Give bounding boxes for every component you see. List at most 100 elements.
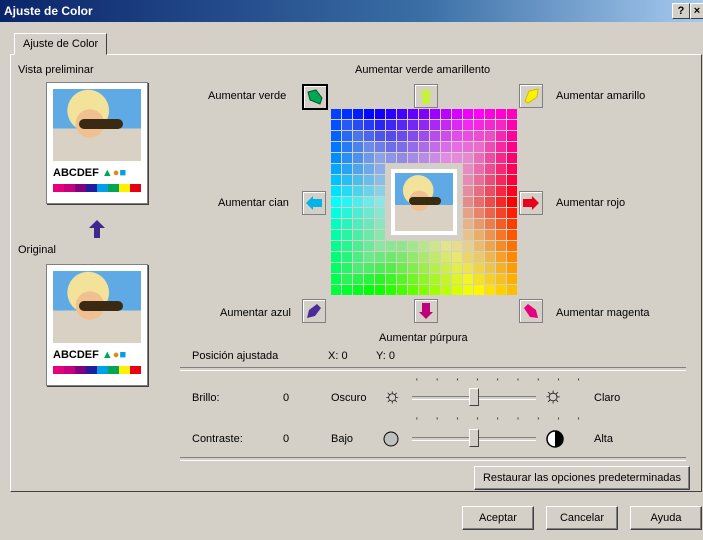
- ok-button[interactable]: Aceptar: [462, 506, 534, 530]
- color-grid-cell[interactable]: [496, 109, 506, 119]
- increase-green-button[interactable]: [302, 84, 328, 110]
- color-grid-cell[interactable]: [485, 230, 495, 240]
- color-grid-cell[interactable]: [331, 252, 341, 262]
- color-grid-cell[interactable]: [463, 153, 473, 163]
- color-grid-cell[interactable]: [474, 219, 484, 229]
- color-grid-cell[interactable]: [331, 131, 341, 141]
- color-grid-cell[interactable]: [353, 274, 363, 284]
- color-grid-cell[interactable]: [331, 230, 341, 240]
- color-grid-cell[interactable]: [485, 109, 495, 119]
- color-grid-cell[interactable]: [430, 274, 440, 284]
- color-grid-cell[interactable]: [375, 263, 385, 273]
- color-grid-cell[interactable]: [353, 142, 363, 152]
- color-grid-cell[interactable]: [496, 197, 506, 207]
- color-grid-cell[interactable]: [342, 241, 352, 251]
- color-grid-cell[interactable]: [496, 120, 506, 130]
- color-grid-cell[interactable]: [452, 109, 462, 119]
- color-grid-cell[interactable]: [408, 120, 418, 130]
- color-grid-cell[interactable]: [375, 186, 385, 196]
- color-grid-cell[interactable]: [342, 285, 352, 295]
- color-grid-cell[interactable]: [507, 241, 517, 251]
- color-grid-cell[interactable]: [397, 241, 407, 251]
- color-grid-cell[interactable]: [419, 153, 429, 163]
- color-grid-cell[interactable]: [375, 142, 385, 152]
- color-grid-cell[interactable]: [463, 197, 473, 207]
- color-grid-cell[interactable]: [353, 131, 363, 141]
- color-grid-cell[interactable]: [353, 109, 363, 119]
- color-grid-cell[interactable]: [463, 175, 473, 185]
- color-grid-cell[interactable]: [408, 241, 418, 251]
- color-grid-cell[interactable]: [386, 153, 396, 163]
- cancel-button[interactable]: Cancelar: [546, 506, 618, 530]
- color-grid-cell[interactable]: [342, 252, 352, 262]
- color-grid-cell[interactable]: [474, 241, 484, 251]
- increase-red-button[interactable]: [519, 191, 543, 215]
- color-grid-cell[interactable]: [474, 164, 484, 174]
- color-grid-cell[interactable]: [496, 252, 506, 262]
- color-grid-cell[interactable]: [397, 263, 407, 273]
- color-grid-cell[interactable]: [463, 120, 473, 130]
- color-grid-cell[interactable]: [386, 241, 396, 251]
- color-grid-cell[interactable]: [452, 274, 462, 284]
- color-grid-cell[interactable]: [408, 285, 418, 295]
- color-grid-cell[interactable]: [364, 241, 374, 251]
- color-grid-cell[interactable]: [452, 285, 462, 295]
- color-grid-cell[interactable]: [386, 142, 396, 152]
- color-grid-cell[interactable]: [441, 252, 451, 262]
- color-grid-cell[interactable]: [408, 109, 418, 119]
- color-grid-cell[interactable]: [364, 142, 374, 152]
- color-grid-cell[interactable]: [496, 142, 506, 152]
- color-grid-cell[interactable]: [441, 153, 451, 163]
- color-grid-cell[interactable]: [485, 241, 495, 251]
- color-grid-cell[interactable]: [375, 164, 385, 174]
- color-grid-cell[interactable]: [397, 252, 407, 262]
- color-grid-cell[interactable]: [397, 131, 407, 141]
- color-grid-cell[interactable]: [364, 252, 374, 262]
- color-grid-cell[interactable]: [419, 252, 429, 262]
- color-grid-cell[interactable]: [375, 274, 385, 284]
- color-grid-cell[interactable]: [452, 131, 462, 141]
- color-grid-cell[interactable]: [419, 263, 429, 273]
- color-grid-cell[interactable]: [485, 186, 495, 196]
- color-grid-cell[interactable]: [342, 109, 352, 119]
- color-grid-cell[interactable]: [474, 208, 484, 218]
- color-grid-cell[interactable]: [485, 131, 495, 141]
- color-grid-cell[interactable]: [364, 197, 374, 207]
- color-grid-cell[interactable]: [375, 219, 385, 229]
- color-grid-cell[interactable]: [342, 142, 352, 152]
- color-grid-cell[interactable]: [463, 274, 473, 284]
- color-grid-cell[interactable]: [441, 120, 451, 130]
- color-grid-cell[interactable]: [375, 241, 385, 251]
- color-grid-cell[interactable]: [353, 208, 363, 218]
- color-grid-cell[interactable]: [485, 120, 495, 130]
- color-grid-cell[interactable]: [430, 142, 440, 152]
- increase-cyan-button[interactable]: [302, 191, 326, 215]
- color-grid-cell[interactable]: [496, 230, 506, 240]
- color-grid-cell[interactable]: [452, 263, 462, 273]
- color-grid-cell[interactable]: [507, 252, 517, 262]
- color-grid-cell[interactable]: [364, 208, 374, 218]
- color-grid-cell[interactable]: [463, 186, 473, 196]
- color-grid-cell[interactable]: [441, 142, 451, 152]
- color-grid-cell[interactable]: [331, 241, 341, 251]
- color-grid-cell[interactable]: [430, 120, 440, 130]
- color-grid-cell[interactable]: [430, 131, 440, 141]
- color-grid-cell[interactable]: [331, 164, 341, 174]
- color-grid-cell[interactable]: [375, 153, 385, 163]
- color-grid-cell[interactable]: [507, 197, 517, 207]
- color-grid-cell[interactable]: [386, 285, 396, 295]
- color-grid-cell[interactable]: [507, 186, 517, 196]
- color-grid-cell[interactable]: [353, 186, 363, 196]
- color-grid-cell[interactable]: [375, 197, 385, 207]
- color-grid-cell[interactable]: [485, 252, 495, 262]
- color-grid-cell[interactable]: [353, 175, 363, 185]
- color-grid-cell[interactable]: [375, 131, 385, 141]
- color-grid-cell[interactable]: [507, 230, 517, 240]
- color-grid-cell[interactable]: [342, 197, 352, 207]
- color-grid-cell[interactable]: [342, 175, 352, 185]
- color-grid-cell[interactable]: [474, 120, 484, 130]
- color-grid-cell[interactable]: [408, 274, 418, 284]
- color-grid-cell[interactable]: [364, 175, 374, 185]
- color-grid-cell[interactable]: [419, 109, 429, 119]
- color-grid-cell[interactable]: [507, 142, 517, 152]
